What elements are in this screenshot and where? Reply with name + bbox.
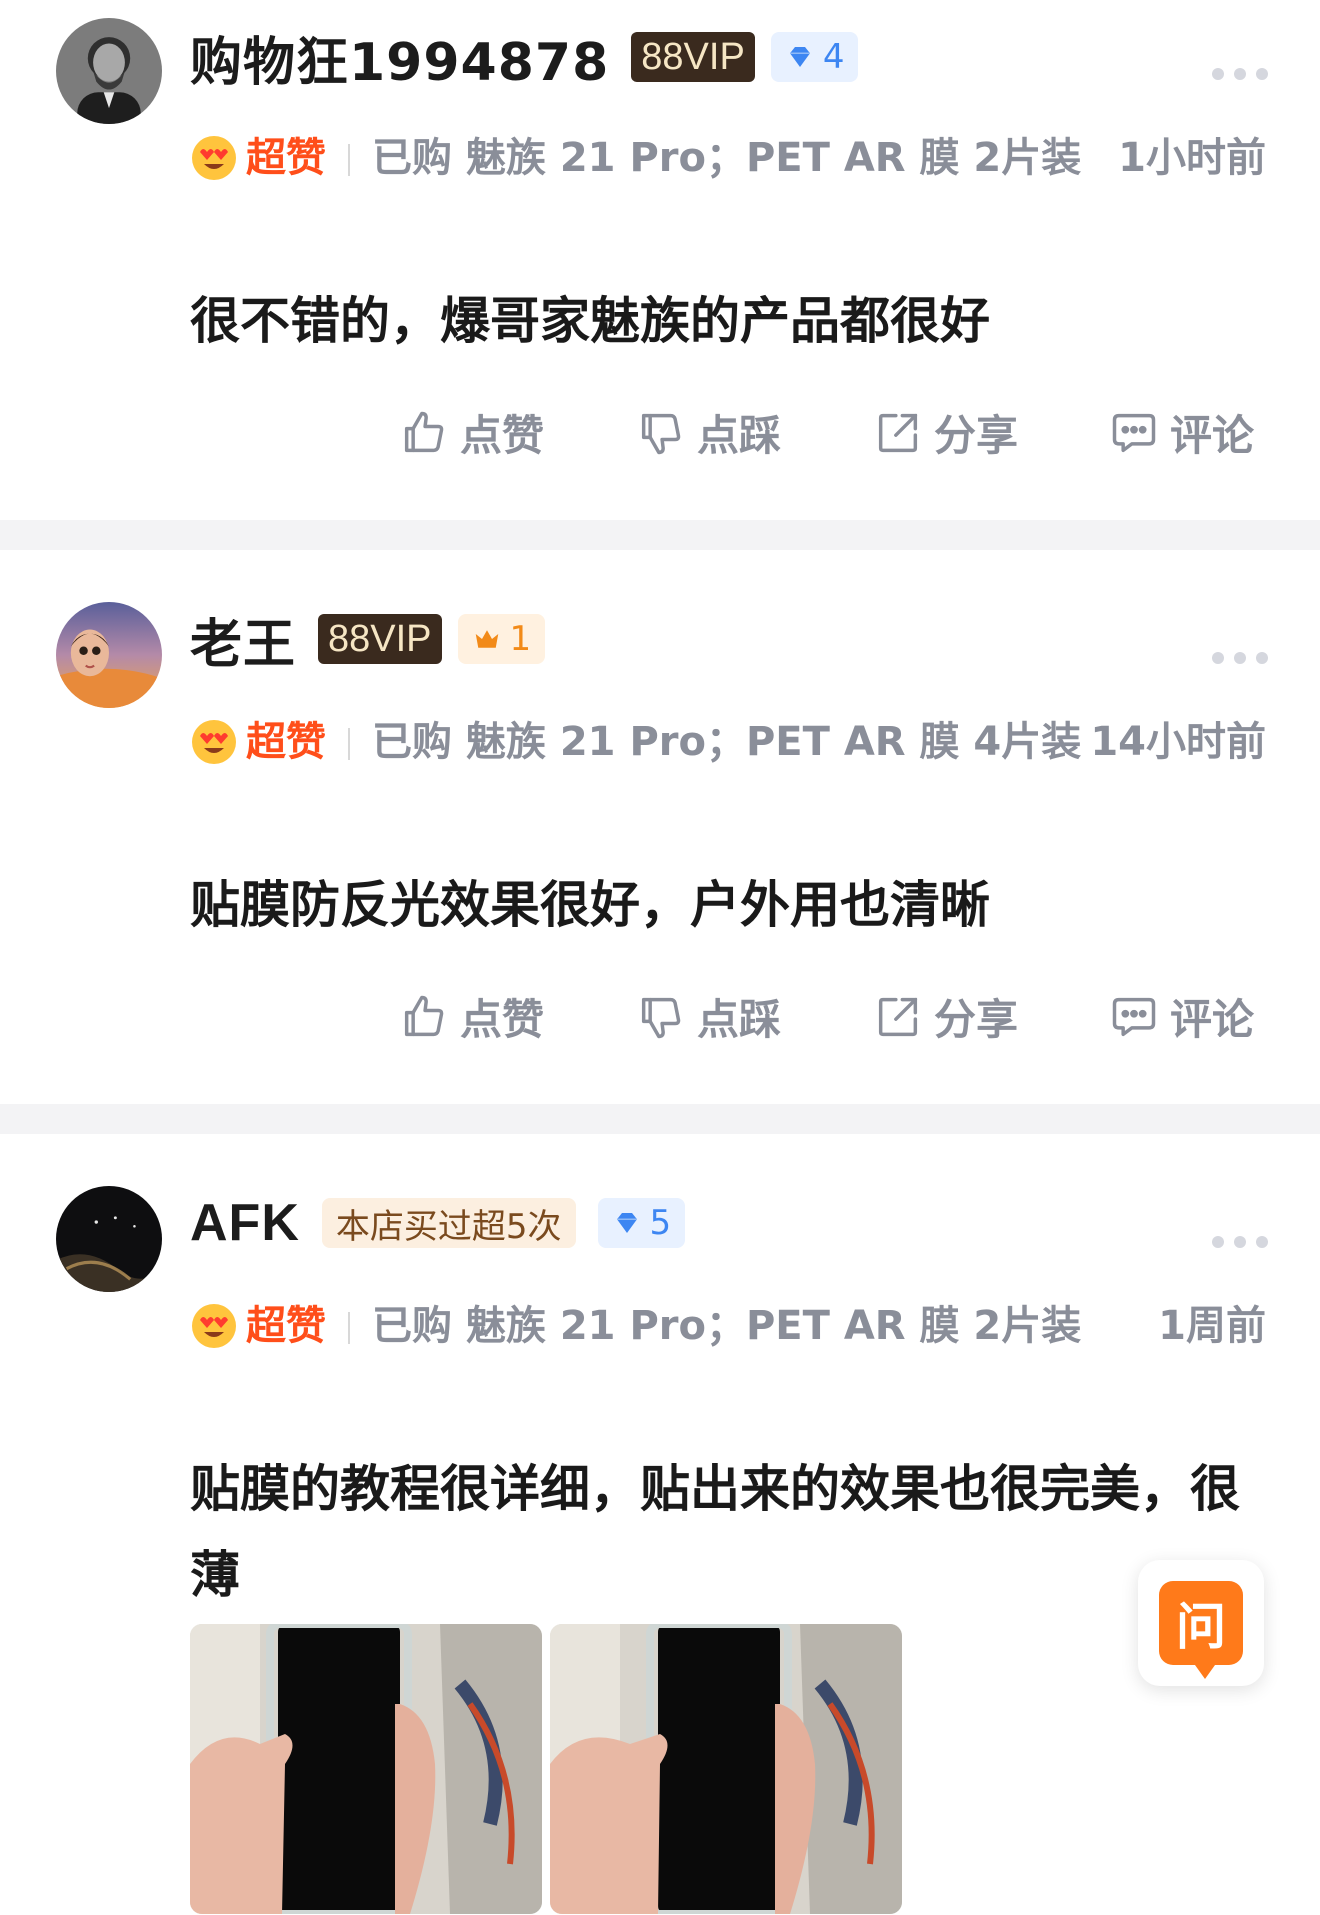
level-badge: 1: [457, 614, 546, 664]
dislike-label: 点踩: [697, 411, 782, 460]
rating-label: 超赞: [246, 719, 326, 765]
share-icon: [878, 413, 918, 452]
like-button[interactable]: 点赞: [398, 402, 544, 463]
avatar[interactable]: [56, 1186, 162, 1292]
comment-label: 评论: [1170, 411, 1255, 460]
review-text: 很不错的，爆哥家魅族的产品都很好: [190, 292, 990, 350]
review-card: 购物狂1994878 88VIP 4 超赞 已购 魅族 21 Pro；PET A…: [0, 0, 1320, 520]
review-text: 贴膜防反光效果很好，户外用也清晰: [190, 876, 990, 934]
like-button[interactable]: 点赞: [398, 986, 544, 1047]
rating: 超赞: [190, 708, 326, 776]
ask-label: 问: [1176, 1598, 1226, 1656]
heart-eyes-icon: [192, 136, 236, 180]
user-row: 购物狂1994878 88VIP 4: [190, 20, 859, 95]
dislike-button[interactable]: 点踩: [635, 986, 781, 1047]
thumbs-up-icon: [404, 995, 444, 1036]
share-icon: [878, 997, 918, 1036]
rating-label: 超赞: [246, 135, 326, 181]
like-label: 点赞: [460, 411, 545, 460]
purchase-info: 已购 魅族 21 Pro；PET AR 膜 2片装: [372, 1303, 1082, 1349]
ask-question-button[interactable]: 问: [1138, 1560, 1264, 1686]
comment-button[interactable]: 评论: [1108, 986, 1254, 1047]
crown-icon: [475, 630, 498, 648]
section-separator: [0, 520, 1320, 550]
heart-eyes-icon: [192, 720, 236, 764]
level-value: 4: [822, 37, 845, 77]
comment-button[interactable]: 评论: [1108, 402, 1254, 463]
review-meta: 超赞 已购 魅族 21 Pro；PET AR 膜 2片装 1小时前: [190, 124, 1266, 192]
review-time: 14小时前: [1090, 719, 1266, 765]
action-bar: 点赞 点踩 分享 评论: [0, 986, 1320, 1056]
repeat-buyer-badge: 本店买过超5次: [321, 1198, 576, 1248]
level-badge: 5: [597, 1198, 686, 1248]
review-card: 老王 88VIP 1 超赞 已购 魅族 21 Pro；PET AR 膜 4片装 …: [0, 550, 1320, 1104]
avatar[interactable]: [56, 602, 162, 708]
more-options-icon[interactable]: [1212, 64, 1268, 84]
like-label: 点赞: [460, 995, 545, 1044]
heart-eyes-icon: [192, 1304, 236, 1348]
level-value: 5: [649, 1203, 672, 1243]
purchase-info: 已购 魅族 21 Pro；PET AR 膜 2片装: [372, 135, 1082, 181]
review-photo[interactable]: [190, 1624, 542, 1914]
review-time: 1周前: [1158, 1303, 1266, 1349]
username[interactable]: 购物狂1994878: [190, 20, 609, 95]
username[interactable]: AFK: [190, 1193, 300, 1253]
purchase-info: 已购 魅族 21 Pro；PET AR 膜 4片装: [372, 719, 1082, 765]
rating: 超赞: [190, 124, 326, 192]
level-value: 1: [509, 619, 532, 659]
username[interactable]: 老王: [190, 602, 296, 677]
more-options-icon[interactable]: [1212, 648, 1268, 668]
review-photo[interactable]: [550, 1624, 902, 1914]
vip-badge: 88VIP: [631, 32, 755, 82]
diamond-icon: [789, 47, 810, 67]
review-text: 贴膜的教程很详细，贴出来的效果也很完美，很薄: [190, 1460, 1240, 1604]
thumbs-up-icon: [404, 411, 444, 452]
divider: [348, 1312, 350, 1344]
share-button[interactable]: 分享: [872, 402, 1018, 463]
share-label: 分享: [934, 995, 1019, 1044]
review-photos: [190, 1624, 902, 1914]
ask-icon: 问: [1159, 1581, 1243, 1679]
avatar[interactable]: [56, 18, 162, 124]
thumbs-down-icon: [641, 997, 681, 1038]
review-time: 1小时前: [1118, 135, 1266, 181]
divider: [348, 728, 350, 760]
share-button[interactable]: 分享: [872, 986, 1018, 1047]
comment-icon: [1112, 997, 1156, 1036]
action-bar: 点赞 点踩 分享 评论: [0, 402, 1320, 472]
user-row: 老王 88VIP 1: [190, 602, 546, 677]
divider: [348, 144, 350, 176]
comment-icon: [1112, 413, 1156, 452]
section-separator: [0, 1104, 1320, 1134]
rating: 超赞: [190, 1292, 326, 1360]
user-row: AFK 本店买过超5次 5: [190, 1188, 686, 1258]
level-badge: 4: [770, 32, 859, 82]
thumbs-down-icon: [641, 413, 681, 454]
dislike-button[interactable]: 点踩: [635, 402, 781, 463]
review-meta: 超赞 已购 魅族 21 Pro；PET AR 膜 4片装 14小时前: [190, 708, 1266, 776]
more-options-icon[interactable]: [1212, 1232, 1268, 1252]
share-label: 分享: [934, 411, 1019, 460]
vip-badge: 88VIP: [318, 614, 442, 664]
dislike-label: 点踩: [697, 995, 782, 1044]
review-card: AFK 本店买过超5次 5 超赞 已购 魅族 21 Pro；PET AR 膜 2…: [0, 1134, 1320, 1915]
review-meta: 超赞 已购 魅族 21 Pro；PET AR 膜 2片装 1周前: [190, 1292, 1266, 1360]
diamond-icon: [616, 1213, 637, 1233]
comment-label: 评论: [1170, 995, 1255, 1044]
rating-label: 超赞: [246, 1303, 326, 1349]
